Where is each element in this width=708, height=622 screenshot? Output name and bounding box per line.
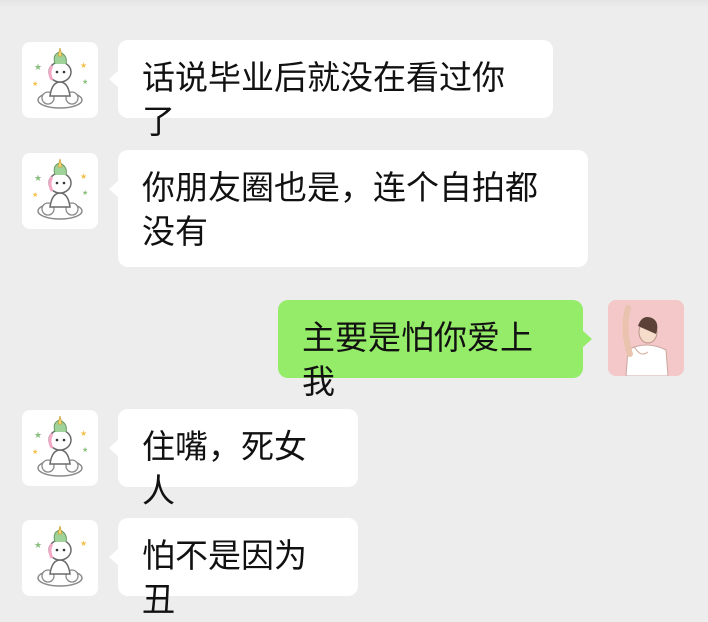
svg-text:★: ★ <box>82 446 88 454</box>
message-bubble[interactable]: 你朋友圈也是，连个自拍都没有 <box>109 150 588 267</box>
message-text: 话说毕业后就没在看过你了 <box>142 58 505 141</box>
message-text: 住嘴，死女人 <box>142 427 307 510</box>
top-edge <box>0 0 708 8</box>
svg-text:★: ★ <box>34 174 42 184</box>
svg-text:★: ★ <box>32 80 38 88</box>
unicorn-avatar[interactable]: ★ ★ ★ ★ <box>22 153 98 229</box>
svg-text:★: ★ <box>34 541 42 551</box>
svg-text:★: ★ <box>80 172 87 181</box>
svg-text:★: ★ <box>82 78 88 86</box>
svg-text:★: ★ <box>32 191 38 199</box>
message-bubble[interactable]: 怕不是因为丑 <box>109 518 358 619</box>
svg-text:★: ★ <box>34 63 42 73</box>
message-text: 你朋友圈也是，连个自拍都没有 <box>142 168 538 251</box>
message-bubble[interactable]: 主要是怕你爱上我 <box>278 300 592 401</box>
svg-text:★: ★ <box>34 431 42 441</box>
message-text: 主要是怕你爱上我 <box>302 318 533 401</box>
girl-avatar[interactable] <box>608 300 684 376</box>
svg-text:★: ★ <box>82 189 88 197</box>
svg-text:★: ★ <box>80 429 87 438</box>
unicorn-avatar[interactable]: ★ ★ ★ ★ <box>22 410 98 486</box>
unicorn-avatar[interactable]: ★ ★ ★ ★ <box>22 42 98 118</box>
svg-text:★: ★ <box>80 61 87 70</box>
message-bubble[interactable]: 话说毕业后就没在看过你了 <box>109 40 553 141</box>
message-text: 怕不是因为丑 <box>142 536 307 619</box>
message-bubble[interactable]: 住嘴，死女人 <box>109 409 358 510</box>
svg-text:★: ★ <box>80 539 87 548</box>
svg-text:★: ★ <box>32 448 38 456</box>
unicorn-avatar[interactable]: ★ ★ <box>22 520 98 596</box>
